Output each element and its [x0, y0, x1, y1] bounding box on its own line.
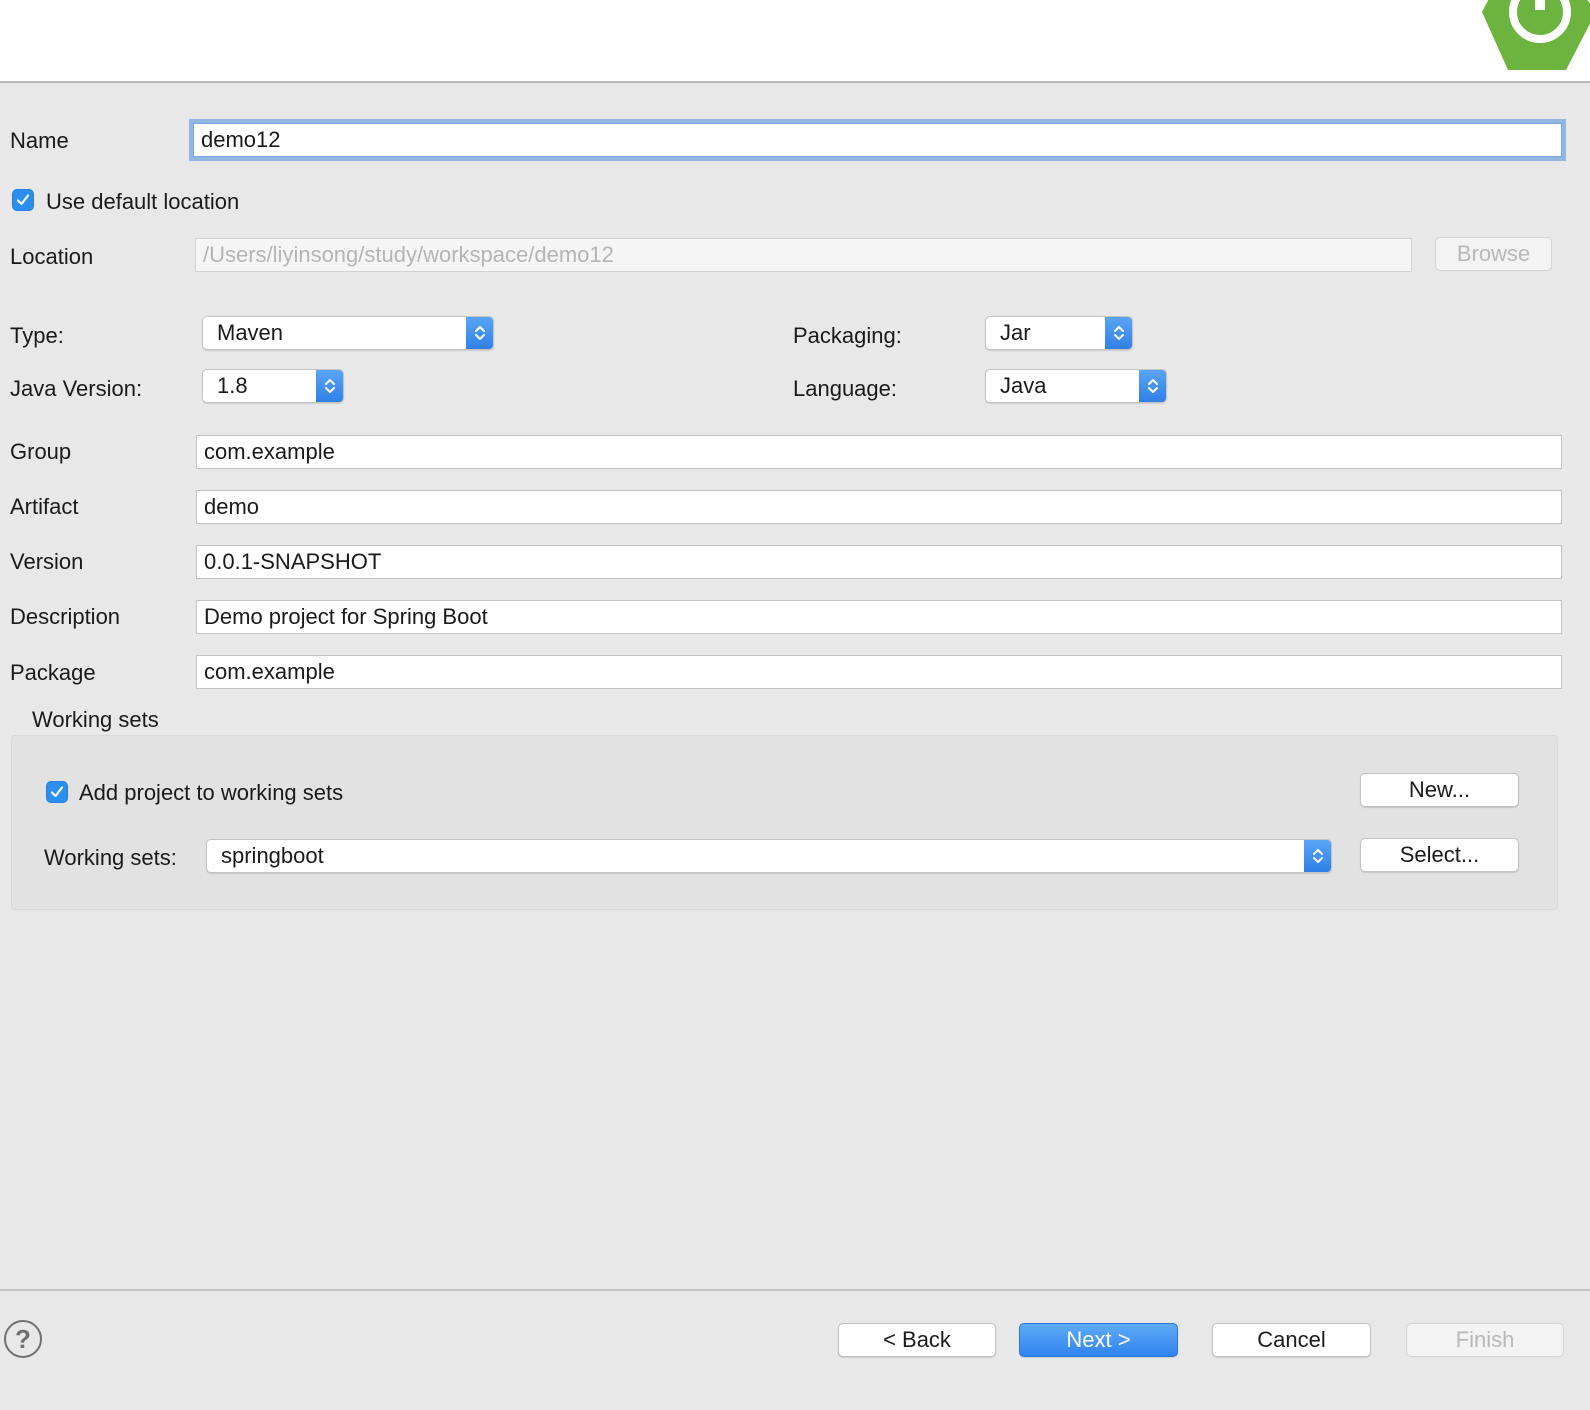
- package-input[interactable]: com.example: [196, 655, 1562, 689]
- checkmark-icon: [50, 786, 64, 798]
- working-sets-group: [11, 735, 1558, 910]
- name-label: Name: [10, 128, 69, 153]
- java-version-label: Java Version:: [10, 376, 143, 401]
- packaging-label: Packaging:: [793, 323, 902, 348]
- working-sets-label: Working sets:: [44, 845, 177, 870]
- location-input: /Users/liyinsong/study/workspace/demo12: [195, 238, 1412, 272]
- finish-button: Finish: [1406, 1323, 1564, 1357]
- java-version-select[interactable]: 1.8: [202, 369, 344, 403]
- add-to-working-sets-checkbox[interactable]: [46, 781, 68, 803]
- cancel-button[interactable]: Cancel: [1212, 1323, 1371, 1357]
- type-select[interactable]: Maven: [202, 316, 494, 350]
- new-working-set-button[interactable]: New...: [1360, 773, 1519, 807]
- chevron-up-down-icon: [1105, 317, 1132, 349]
- type-select-value: Maven: [217, 320, 284, 345]
- back-button[interactable]: < Back: [838, 1323, 996, 1357]
- chevron-up-down-icon: [1139, 370, 1166, 402]
- language-label: Language:: [793, 376, 897, 401]
- description-label: Description: [10, 604, 121, 629]
- browse-button: Browse: [1435, 237, 1552, 271]
- version-label: Version: [10, 549, 84, 574]
- location-label: Location: [10, 244, 94, 269]
- footer-divider: [0, 1289, 1590, 1291]
- artifact-label: Artifact: [10, 494, 79, 519]
- package-label: Package: [10, 660, 96, 685]
- name-input[interactable]: demo12: [193, 123, 1562, 157]
- chevron-up-down-icon: [316, 370, 343, 402]
- description-input[interactable]: Demo project for Spring Boot: [196, 600, 1562, 634]
- artifact-input[interactable]: demo: [196, 490, 1562, 524]
- language-select[interactable]: Java: [985, 369, 1167, 403]
- packaging-select[interactable]: Jar: [985, 316, 1133, 350]
- group-input[interactable]: com.example: [196, 435, 1562, 469]
- working-sets-select[interactable]: springboot: [206, 839, 1332, 873]
- spring-logo-icon: [1480, 0, 1590, 72]
- use-default-location-checkbox[interactable]: [12, 189, 34, 211]
- type-label: Type:: [10, 323, 64, 348]
- packaging-select-value: Jar: [1000, 320, 1031, 345]
- chevron-up-down-icon: [466, 317, 493, 349]
- wizard-header: [0, 0, 1590, 83]
- checkmark-icon: [16, 194, 30, 206]
- java-version-select-value: 1.8: [217, 373, 248, 398]
- working-sets-title: Working sets: [32, 707, 159, 732]
- select-working-sets-button[interactable]: Select...: [1360, 838, 1519, 872]
- help-icon[interactable]: ?: [4, 1320, 42, 1358]
- version-input[interactable]: 0.0.1-SNAPSHOT: [196, 545, 1562, 579]
- working-sets-select-value: springboot: [221, 843, 324, 868]
- language-select-value: Java: [1000, 373, 1047, 398]
- group-label: Group: [10, 439, 72, 464]
- chevron-up-down-icon: [1304, 840, 1331, 872]
- next-button[interactable]: Next >: [1019, 1323, 1178, 1357]
- use-default-location-label: Use default location: [46, 189, 240, 214]
- add-to-working-sets-label: Add project to working sets: [79, 780, 344, 805]
